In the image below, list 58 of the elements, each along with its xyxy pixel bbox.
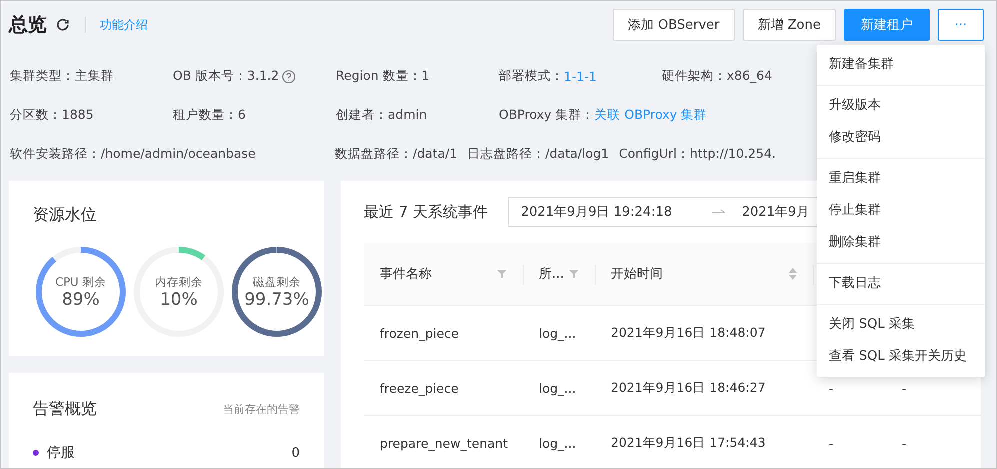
column-header: 所... — [539, 266, 564, 283]
table-cell: - — [902, 380, 907, 396]
table-cell: - — [829, 380, 834, 396]
filter-icon[interactable] — [569, 269, 579, 279]
info-field: OB 版本号：3.1.2 — [173, 68, 280, 85]
table-cell: freeze_piece — [380, 380, 459, 396]
menu-item[interactable]: 升级版本 — [817, 90, 985, 122]
gauge-label: 磁盘剩余 — [253, 274, 301, 290]
card-title: 最近 7 天系统事件 — [364, 202, 488, 222]
info-field: 硬件架构：x86_64 — [662, 68, 772, 85]
table-cell: log_... — [539, 326, 576, 340]
table-cell: log_... — [539, 436, 576, 450]
table-cell: log_... — [539, 380, 576, 396]
table-cell: 2021年9月16日 18:46:27 — [611, 380, 766, 396]
page-title: 总览 — [9, 13, 47, 38]
alarm-label: 停服 — [47, 444, 76, 462]
column-header: 事件名称 — [380, 266, 432, 283]
table-cell: 2021年9月16日 17:54:43 — [611, 434, 766, 452]
table-cell: prepare_new_tenant — [380, 436, 508, 450]
info-field: 创建者：admin — [336, 107, 428, 124]
info-label: 部署模式： — [499, 68, 564, 85]
info-field: 租户数量：6 — [173, 107, 246, 124]
gauge-value: 10% — [160, 290, 198, 310]
refresh-icon[interactable] — [55, 17, 71, 33]
menu-item[interactable]: 新建备集群 — [817, 49, 985, 81]
card-title: 告警概览 — [33, 399, 97, 420]
card-subtitle: 当前存在的告警 — [223, 402, 300, 417]
info-field: 分区数：1885 — [10, 107, 94, 124]
gauge-label: CPU 剩余 — [55, 274, 107, 290]
menu-item[interactable]: 下载日志 — [817, 268, 985, 300]
sort-icon[interactable] — [789, 268, 797, 280]
table-cell: - — [829, 436, 834, 450]
menu-item[interactable]: 删除集群 — [817, 227, 985, 259]
table-cell: frozen_piece — [380, 326, 459, 340]
arrow-icon — [712, 208, 726, 216]
info-field: 集群类型：主集群 — [10, 68, 114, 85]
help-icon[interactable] — [282, 70, 296, 84]
action-button[interactable]: 新增 Zone — [742, 9, 836, 41]
action-button[interactable]: 添加 OBServer — [613, 9, 735, 41]
gauge-label: 内存剩余 — [155, 274, 203, 290]
info-field: Region 数量：1 — [336, 68, 430, 85]
info-field: 软件安装路径：/home/admin/oceanbase — [10, 146, 256, 163]
info-field: ConfigUrl：http://10.254. — [619, 146, 776, 163]
filter-icon[interactable] — [497, 269, 507, 279]
menu-item[interactable]: 关闭 SQL 采集 — [817, 309, 985, 341]
info-field: 日志盘路径：/data/log1 — [468, 146, 610, 163]
menu-item[interactable]: 查看 SQL 采集开关历史 — [817, 341, 985, 373]
info-field: 数据盘路径：/data/1 — [335, 146, 458, 163]
menu-item[interactable]: 修改密码 — [817, 122, 985, 154]
info-label: OBProxy 集群： — [499, 107, 595, 124]
table-cell: - — [902, 436, 907, 450]
table-cell: 2021年9月16日 18:48:07 — [611, 324, 766, 342]
menu-item[interactable]: 重启集群 — [817, 163, 985, 195]
card-title: 资源水位 — [33, 205, 98, 226]
gauge-value: 89% — [62, 290, 100, 310]
column-header: 开始时间 — [611, 266, 663, 283]
alarm-count: 0 — [292, 446, 300, 460]
gauge-value: 99.73% — [244, 290, 310, 310]
